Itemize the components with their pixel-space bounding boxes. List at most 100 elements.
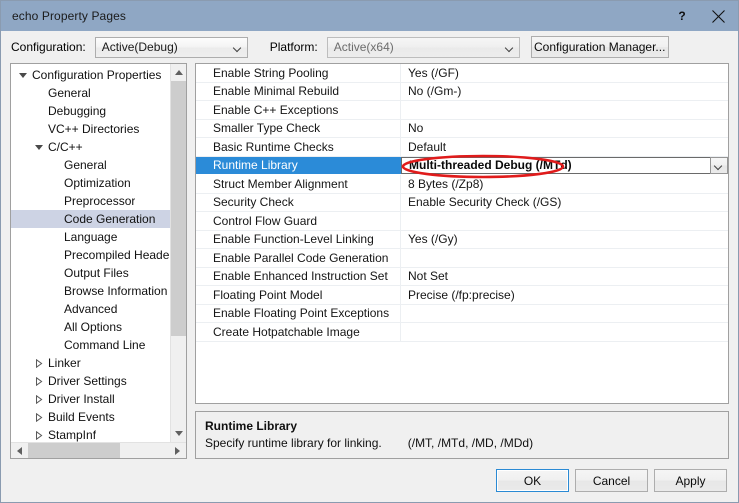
property-value[interactable]: Precise (/fp:precise) [401,286,728,304]
property-value[interactable] [401,249,728,267]
tree-vscroll-thumb[interactable] [171,81,186,336]
triangle-right-icon[interactable] [31,395,47,404]
property-name: Create Hotpatchable Image [196,323,401,341]
tree-item[interactable]: General [11,156,170,174]
property-value[interactable]: Default [401,138,728,156]
property-value[interactable]: Yes (/GF) [401,64,728,82]
tree-hscroll-thumb[interactable] [28,443,120,458]
tree-item[interactable]: Language [11,228,170,246]
ok-button[interactable]: OK [496,469,569,492]
property-row[interactable]: Struct Member Alignment8 Bytes (/Zp8) [196,175,728,194]
tree-item-label: Configuration Properties [31,68,161,82]
tree-item[interactable]: Precompiled Header [11,246,170,264]
property-row[interactable]: Enable Floating Point Exceptions [196,305,728,324]
property-row[interactable]: Security CheckEnable Security Check (/GS… [196,194,728,213]
configuration-tree[interactable]: Configuration Properties General Debugging… [11,64,170,442]
description-title: Runtime Library [205,419,719,433]
dialog-footer: OK Cancel Apply [1,459,738,502]
tree-item-label: Code Generation [63,212,155,226]
property-value[interactable] [401,305,728,323]
apply-button[interactable]: Apply [654,469,727,492]
property-row-selected[interactable]: Runtime LibraryMulti-threaded Debug (/MT… [196,157,728,176]
property-row[interactable]: Control Flow Guard [196,212,728,231]
property-name: Enable Floating Point Exceptions [196,305,401,323]
tree-item[interactable]: Advanced [11,300,170,318]
property-value-dropdown-button[interactable] [710,157,728,175]
property-name: Enable Parallel Code Generation [196,249,401,267]
property-name: Security Check [196,194,401,212]
tree-item[interactable]: StampInf [11,426,170,442]
property-row[interactable]: Enable Enhanced Instruction SetNot Set [196,268,728,287]
tree-item[interactable]: General [11,84,170,102]
cancel-button[interactable]: Cancel [575,469,648,492]
property-name: Enable Function-Level Linking [196,231,401,249]
triangle-down-icon[interactable] [15,73,31,78]
tree-item-label: Build Events [47,410,115,424]
tree-item-label: VC++ Directories [47,122,139,136]
tree-item-label: Browse Information [63,284,167,298]
platform-select[interactable]: Active(x64) [327,37,520,58]
help-icon[interactable]: ? [666,1,698,31]
tree-vertical-scrollbar[interactable] [170,64,186,442]
property-value[interactable]: Multi-threaded Debug (/MTd) [401,157,710,175]
triangle-down-icon[interactable] [31,145,47,150]
property-name: Enable C++ Exceptions [196,101,401,119]
property-row[interactable]: Basic Runtime ChecksDefault [196,138,728,157]
tree-item[interactable]: Browse Information [11,282,170,300]
property-row[interactable]: Create Hotpatchable Image [196,323,728,342]
triangle-right-icon[interactable] [31,377,47,386]
configuration-select[interactable]: Active(Debug) [95,37,248,58]
property-value[interactable]: 8 Bytes (/Zp8) [401,175,728,193]
scroll-up-icon[interactable] [171,64,186,81]
property-value[interactable] [401,101,728,119]
property-row[interactable]: Enable C++ Exceptions [196,101,728,120]
property-row[interactable]: Enable String PoolingYes (/GF) [196,64,728,83]
svg-text:?: ? [678,9,685,23]
tree-item[interactable]: Linker [11,354,170,372]
property-row[interactable]: Smaller Type CheckNo [196,120,728,139]
tree-scroll-wrapper: Configuration Properties General Debugging… [11,64,186,442]
configuration-manager-button[interactable]: Configuration Manager... [531,36,669,58]
property-row[interactable]: Floating Point ModelPrecise (/fp:precise… [196,286,728,305]
tree-item[interactable]: Output Files [11,264,170,282]
tree-hscroll-track[interactable] [28,443,169,458]
tree-item[interactable]: Driver Settings [11,372,170,390]
tree-item[interactable]: Configuration Properties [11,66,170,84]
scroll-down-icon[interactable] [171,425,186,442]
tree-item[interactable]: Code Generation [11,210,170,228]
property-name: Enable Minimal Rebuild [196,83,401,101]
tree-horizontal-scrollbar[interactable] [11,442,186,458]
property-name: Runtime Library [196,157,401,175]
triangle-right-icon[interactable] [31,359,47,368]
tree-item[interactable]: Preprocessor [11,192,170,210]
tree-item[interactable]: Driver Install [11,390,170,408]
triangle-right-icon[interactable] [31,431,47,440]
property-value[interactable]: No (/Gm-) [401,83,728,101]
property-row[interactable]: Enable Parallel Code Generation [196,249,728,268]
title-bar: echo Property Pages ? [1,1,738,31]
scroll-left-icon[interactable] [11,443,28,458]
configuration-select-value: Active(Debug) [96,40,230,54]
property-row[interactable]: Enable Minimal RebuildNo (/Gm-) [196,83,728,102]
property-value[interactable]: Not Set [401,268,728,286]
property-value[interactable] [401,212,728,230]
tree-item[interactable]: Debugging [11,102,170,120]
scroll-right-icon[interactable] [169,443,186,458]
property-name: Control Flow Guard [196,212,401,230]
property-value[interactable]: Enable Security Check (/GS) [401,194,728,212]
property-row[interactable]: Enable Function-Level LinkingYes (/Gy) [196,231,728,250]
triangle-right-icon[interactable] [31,413,47,422]
tree-item[interactable]: All Options [11,318,170,336]
tree-vscroll-track[interactable] [171,81,186,425]
tree-item[interactable]: Optimization [11,174,170,192]
close-icon[interactable] [698,1,738,31]
tree-item[interactable]: Command Line [11,336,170,354]
property-grid[interactable]: Enable String PoolingYes (/GF)Enable Min… [195,63,729,404]
tree-item-label: General [47,86,91,100]
property-value[interactable]: No [401,120,728,138]
property-value[interactable] [401,323,728,341]
tree-item[interactable]: C/C++ [11,138,170,156]
tree-item[interactable]: VC++ Directories [11,120,170,138]
property-value[interactable]: Yes (/Gy) [401,231,728,249]
tree-item[interactable]: Build Events [11,408,170,426]
